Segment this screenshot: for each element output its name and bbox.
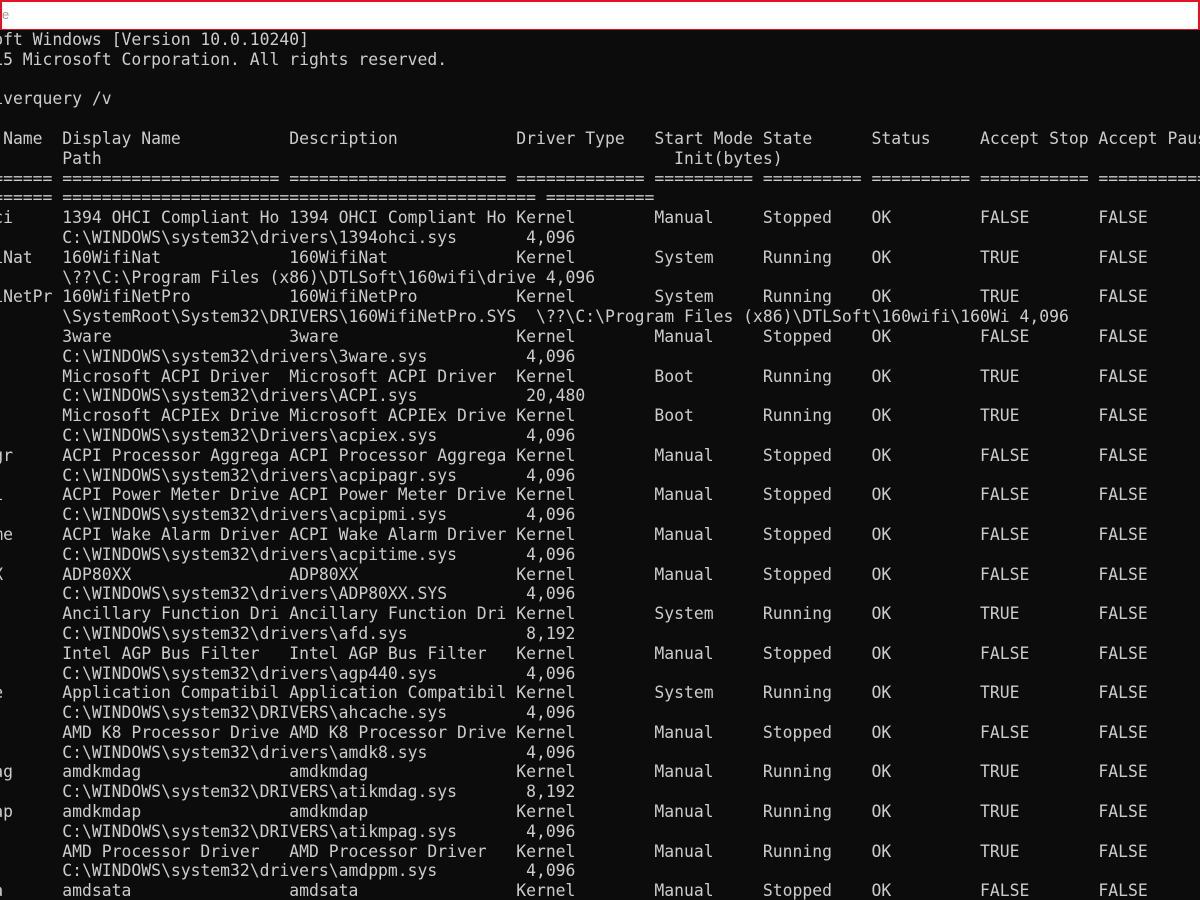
console-line: 160WifiNat 160WifiNat 160WifiNat Kernel … <box>0 247 1200 267</box>
console-line: AcpiPmi ACPI Power Meter Drive ACPI Powe… <box>0 485 1148 505</box>
console-line: \SystemRoot\System32\DRIVERS\160WifiNetP… <box>0 307 1069 327</box>
console-line: C:\WINDOWS\system32\drivers\agp440.sys 4… <box>62 663 576 683</box>
console-line: 160WifiNetPr 160WifiNetPro 160WifiNetPro… <box>0 287 1200 307</box>
console-line: C:\WINDOWS\system32\drivers\1394ohci.sys… <box>62 227 576 247</box>
console-line: amdkmdap amdkmdap amdkmdap Kernel Manual… <box>0 802 1148 822</box>
window-title: e <box>2 7 10 22</box>
console-line: 1394ohci 1394 OHCI Compliant Ho 1394 OHC… <box>0 208 1148 228</box>
console-line: C:\WINDOWS\system32\DRIVERS\atikmdag.sys… <box>62 782 576 802</box>
console-line: AmdPPM AMD Processor Driver AMD Processo… <box>62 841 1148 861</box>
title-bar[interactable]: e <box>0 0 1200 30</box>
console-line: ===== ======= =============== ======= ====… <box>0 168 1200 188</box>
console-line: AmdK8 AMD K8 Processor Drive AMD K8 Proc… <box>62 722 1148 742</box>
console-line: C:\WINDOWS\system32\drivers\acpipmi.sys … <box>62 505 576 525</box>
console-line: amdkmdag amdkmdag amdkmdag Kernel Manual… <box>0 762 1148 782</box>
console-line: ahcache Application Compatibil Applicati… <box>0 683 1148 703</box>
console-line: ACPI Microsoft ACPI Driver Microsoft ACP… <box>62 366 1148 386</box>
console-line: acpipagr ACPI Processor Aggrega ACPI Pro… <box>0 445 1148 465</box>
console-line: C:\WINDOWS\system32\drivers\acpipagr.sys… <box>62 465 576 485</box>
console-line: Module Name Display Name Description Dri… <box>3 128 1200 148</box>
console-line: C:\WINDOWS\system32\drivers\amdk8.sys 4,… <box>62 742 576 762</box>
console-line: C:\WINDOWS\system32\drivers\3ware.sys 4,… <box>62 346 576 366</box>
console-line: C:\WINDOWS\system32\drivers\ADP80XX.SYS … <box>62 584 576 604</box>
console-line: C:\>driverquery /v <box>0 89 112 109</box>
console-line: C:\WINDOWS\system32\drivers\afd.sys 8,19… <box>62 623 576 643</box>
console-line: (c) 2015 Microsoft Corporation. All righ… <box>0 49 448 69</box>
console-line: AFD Ancillary Function Dri Ancillary Fun… <box>62 604 1148 624</box>
console-line: agp440 Intel AGP Bus Filter Intel AGP Bu… <box>62 643 1148 663</box>
console-line: acpitime ACPI Wake Alarm Driver ACPI Wak… <box>0 524 1148 544</box>
console-line: C:\WINDOWS\system32\DRIVERS\ahcache.sys … <box>62 703 576 723</box>
console-line: amdsata amdsata amdsata Kernel Manual St… <box>0 881 1200 900</box>
console-text: Microsoft Windows [Version 10.0.10240](c… <box>0 30 1200 900</box>
command-prompt-window: e Microsoft Windows [Version 10.0.10240]… <box>0 0 1200 900</box>
console-line: Path Init(bytes) <box>0 148 783 168</box>
console-line: C:\WINDOWS\system32\Drivers\acpiex.sys 4… <box>62 425 576 445</box>
console-line: C:\WINDOWS\system32\drivers\ACPI.sys 20,… <box>62 386 586 406</box>
console-line: acpiex Microsoft ACPIEx Drive Microsoft … <box>62 406 1148 426</box>
console-line: C:\WINDOWS\system32\DRIVERS\atikmpag.sys… <box>62 821 576 841</box>
console-line: C:\WINDOWS\system32\drivers\amdppm.sys 4… <box>62 861 576 881</box>
console-line: Microsoft Windows [Version 10.0.10240] <box>0 30 309 49</box>
console-line: C:\WINDOWS\system32\drivers\acpitime.sys… <box>62 544 576 564</box>
console-output[interactable]: Microsoft Windows [Version 10.0.10240](c… <box>0 30 1200 900</box>
console-line: \??\C:\Program Files (x86)\DTLSoft\160wi… <box>0 267 596 287</box>
console-line: ============ ===========================… <box>0 188 655 208</box>
console-line: 3ware 3ware 3ware Kernel Manual Stopped … <box>0 326 1200 346</box>
console-line: ADP80XX ADP80XX ADP80XX Kernel Manual St… <box>0 564 1200 584</box>
